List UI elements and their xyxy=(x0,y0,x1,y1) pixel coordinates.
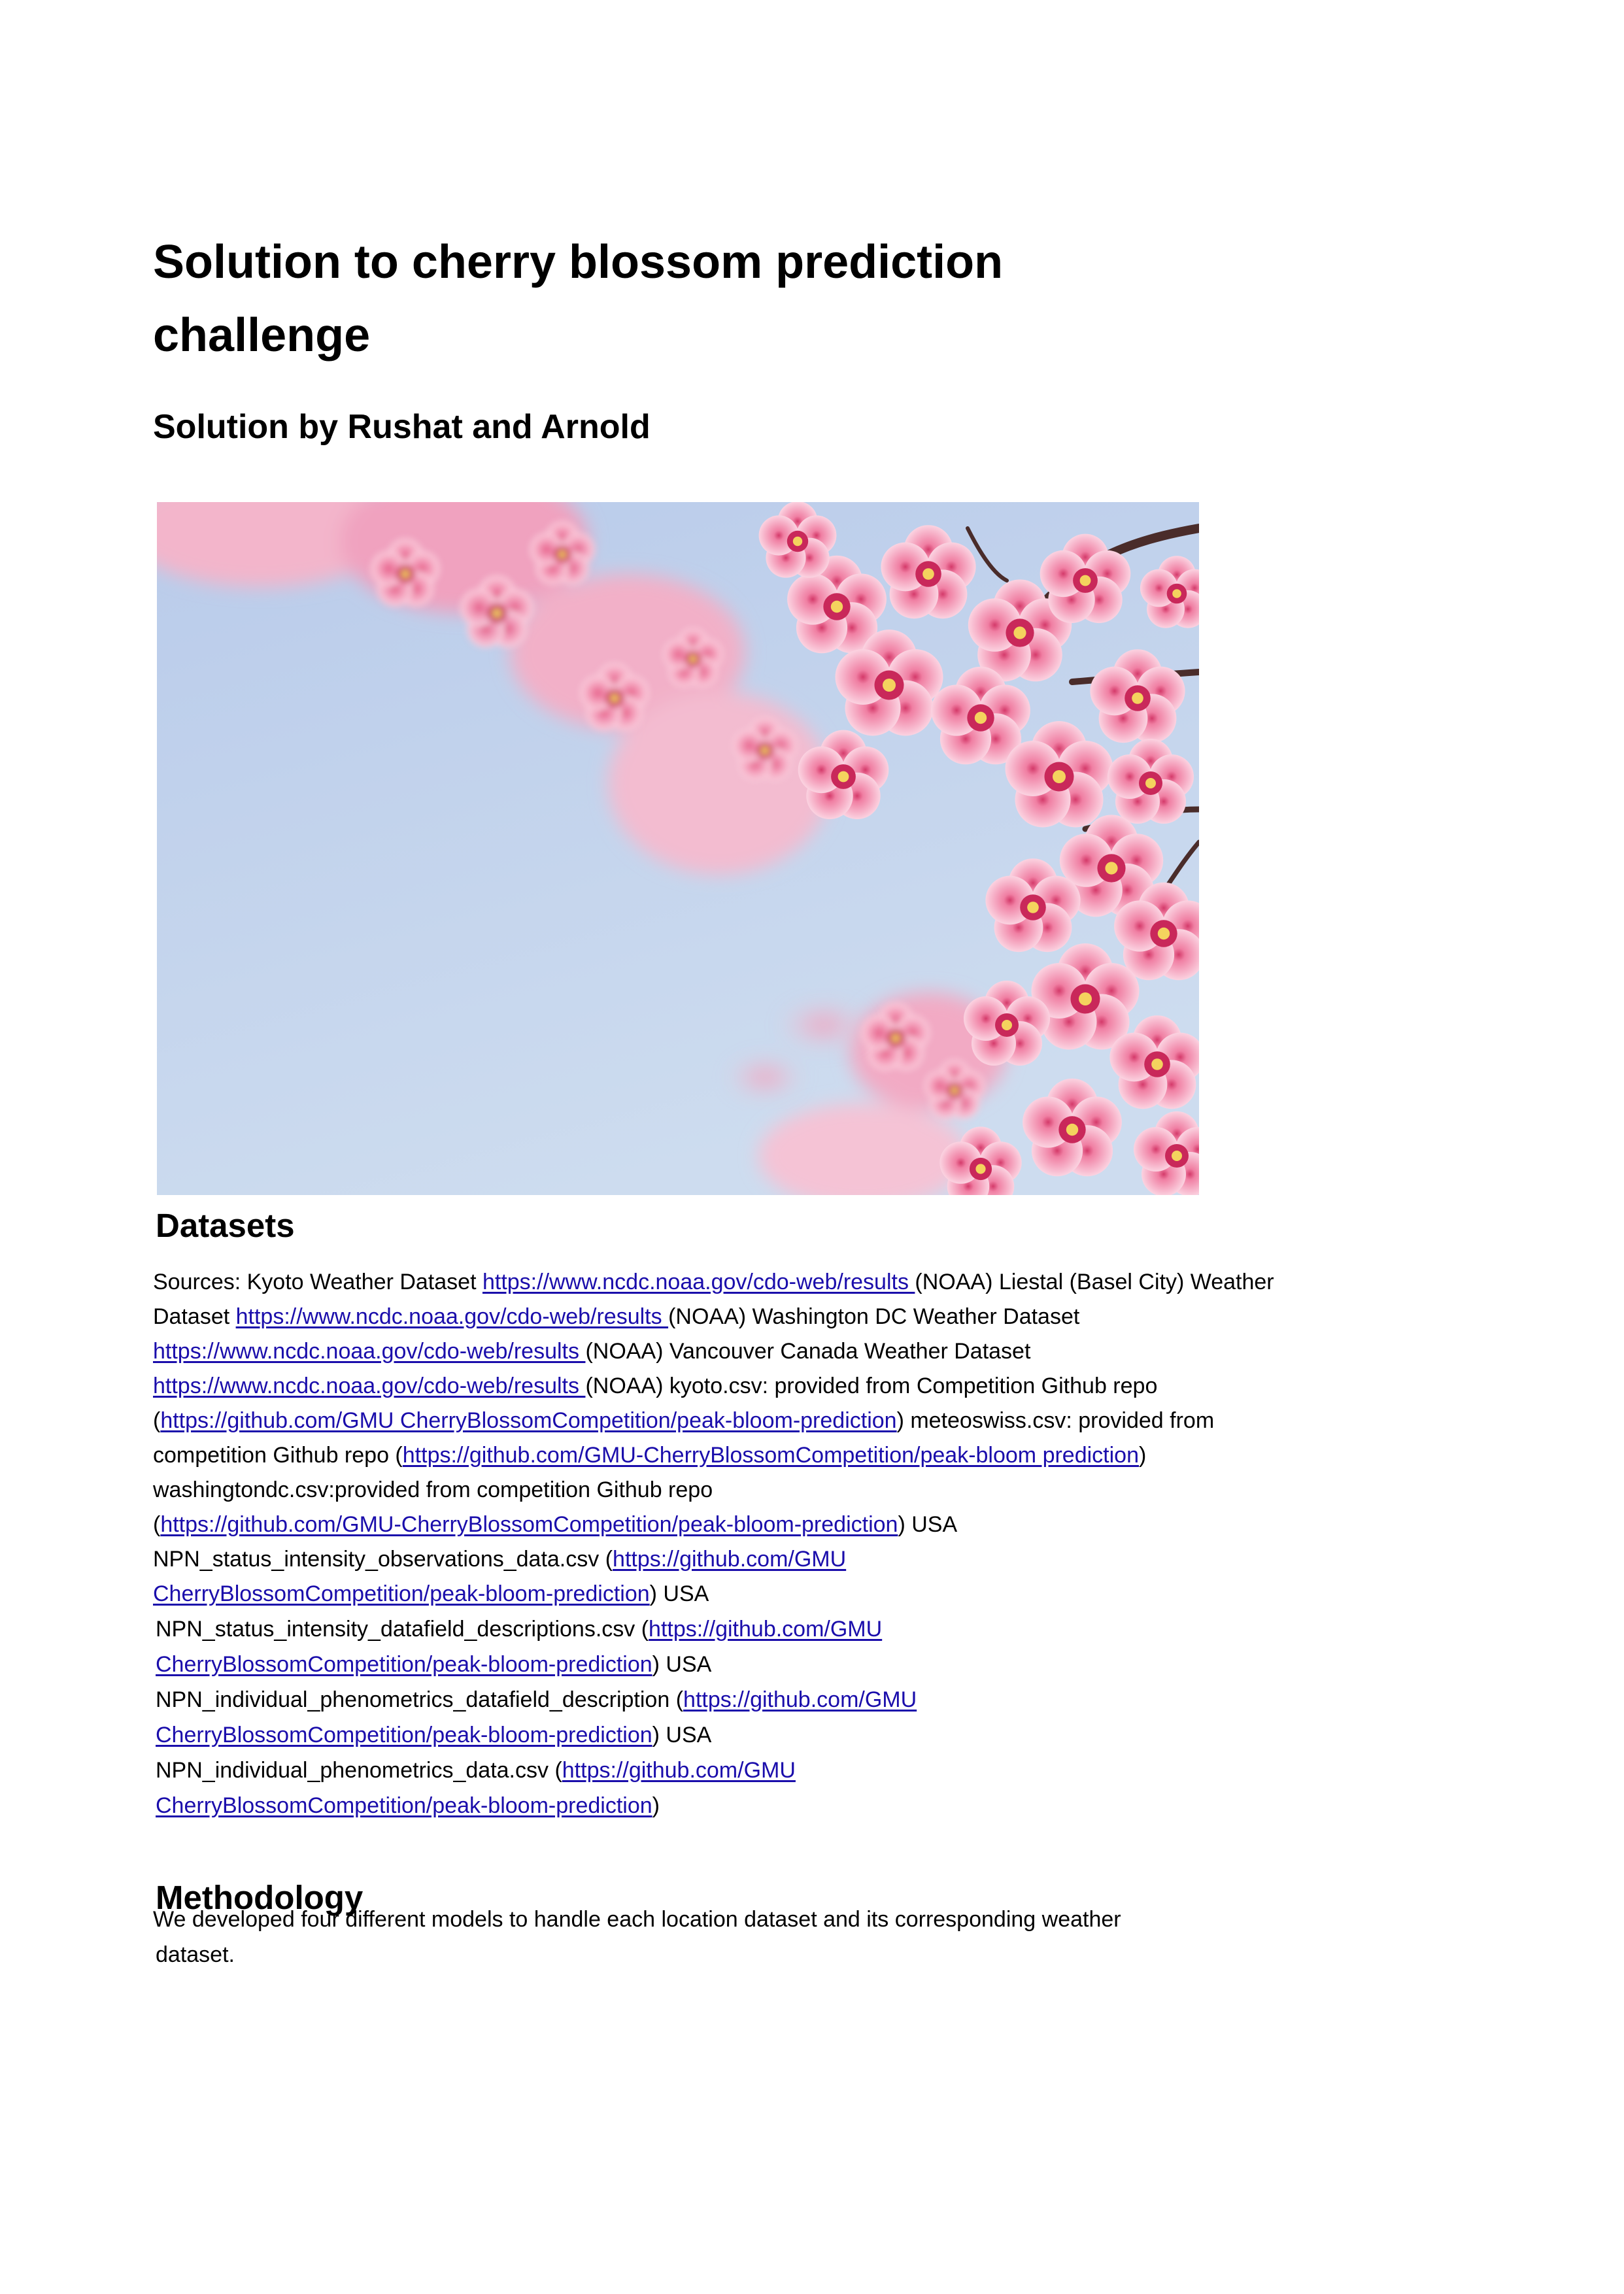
dataset-text: (NOAA) Vancouver Canada Weather Dataset xyxy=(585,1339,1031,1364)
dataset-text: NPN_status_intensity_observations_data.c… xyxy=(153,1547,613,1572)
dataset-text: ) xyxy=(652,1793,660,1818)
datasets-line: NPN_individual_phenometrics_data.csv (ht… xyxy=(156,1756,796,1785)
datasets-line: CherryBlossomCompetition/peak-bloom-pred… xyxy=(156,1650,711,1679)
datasets-line: CherryBlossomCompetition/peak-bloom-pred… xyxy=(156,1721,711,1749)
dataset-text: Dataset xyxy=(153,1304,236,1329)
dataset-text: (NOAA) Washington DC Weather Dataset xyxy=(668,1304,1080,1329)
dataset-link[interactable]: https://www.ncdc.noaa.gov/cdo-web/result… xyxy=(482,1270,915,1294)
dataset-text: ) USA xyxy=(652,1652,712,1677)
dataset-link[interactable]: https://github.com/GMU CherryBlossomComp… xyxy=(160,1408,896,1433)
dataset-text: washingtondc.csv:provided from competiti… xyxy=(153,1477,713,1502)
dataset-link[interactable]: CherryBlossomCompetition/peak-bloom-pred… xyxy=(156,1723,652,1747)
dataset-text: ) meteoswiss.csv: provided from xyxy=(896,1408,1215,1433)
dataset-link[interactable]: https://github.com/GMU xyxy=(683,1687,917,1712)
dataset-text: ( xyxy=(153,1512,161,1537)
methodology-line: We developed four different models to ha… xyxy=(153,1907,1121,1932)
dataset-link[interactable]: https://www.ncdc.noaa.gov/cdo-web/result… xyxy=(236,1304,668,1329)
datasets-line: washingtondc.csv:provided from competiti… xyxy=(153,1476,713,1504)
datasets-line: competition Github repo (https://github.… xyxy=(153,1441,1146,1470)
dataset-link[interactable]: https://github.com/GMU xyxy=(613,1547,846,1572)
dataset-text: NPN_individual_phenometrics_data.csv ( xyxy=(156,1758,562,1783)
datasets-line: NPN_status_intensity_datafield_descripti… xyxy=(156,1615,882,1644)
dataset-link[interactable]: CherryBlossomCompetition/peak-bloom-pred… xyxy=(156,1793,652,1818)
datasets-line: CherryBlossomCompetition/peak-bloom-pred… xyxy=(153,1579,709,1608)
dataset-link[interactable]: https://www.ncdc.noaa.gov/cdo-web/result… xyxy=(153,1374,585,1398)
dataset-text: competition Github repo ( xyxy=(153,1443,403,1468)
dataset-text: NPN_individual_phenometrics_datafield_de… xyxy=(156,1687,684,1712)
dataset-text: ) xyxy=(1139,1443,1147,1468)
datasets-line: (https://github.com/GMU-CherryBlossomCom… xyxy=(153,1510,957,1539)
datasets-heading: Datasets xyxy=(156,1207,295,1244)
datasets-line: CherryBlossomCompetition/peak-bloom-pred… xyxy=(156,1791,660,1820)
dataset-text: (NOAA) Liestal (Basel City) Weather xyxy=(915,1270,1274,1294)
datasets-line: (https://github.com/GMU CherryBlossomCom… xyxy=(153,1406,1214,1435)
methodology-line: dataset. xyxy=(156,1942,235,1967)
dataset-link[interactable]: https://www.ncdc.noaa.gov/cdo-web/result… xyxy=(153,1339,585,1364)
dataset-text: NPN_status_intensity_datafield_descripti… xyxy=(156,1617,649,1642)
dataset-link[interactable]: CherryBlossomCompetition/peak-bloom-pred… xyxy=(153,1581,650,1606)
dataset-text: ) USA xyxy=(649,1581,709,1606)
cherry-blossom-image xyxy=(157,502,1199,1195)
datasets-line: Sources: Kyoto Weather Dataset https://w… xyxy=(153,1268,1274,1296)
datasets-line: https://www.ncdc.noaa.gov/cdo-web/result… xyxy=(153,1337,1030,1366)
dataset-text: (NOAA) kyoto.csv: provided from Competit… xyxy=(585,1374,1158,1398)
dataset-link[interactable]: https://github.com/GMU xyxy=(649,1617,882,1642)
dataset-link[interactable]: https://github.com/GMU xyxy=(562,1758,796,1783)
page-title: Solution to cherry blossom prediction ch… xyxy=(153,236,1004,362)
dataset-link[interactable]: https://github.com/GMU-CherryBlossomComp… xyxy=(403,1443,1139,1468)
datasets-line: https://www.ncdc.noaa.gov/cdo-web/result… xyxy=(153,1372,1157,1400)
datasets-line: NPN_individual_phenometrics_datafield_de… xyxy=(156,1685,917,1714)
dataset-text: ) USA xyxy=(652,1723,712,1747)
dataset-text: ( xyxy=(153,1408,161,1433)
dataset-text: Sources: Kyoto Weather Dataset xyxy=(153,1270,482,1294)
dataset-text: ) USA xyxy=(898,1512,958,1537)
dataset-link[interactable]: CherryBlossomCompetition/peak-bloom-pred… xyxy=(156,1652,652,1677)
page-subtitle: Solution by Rushat and Arnold xyxy=(153,408,651,446)
datasets-line: Dataset https://www.ncdc.noaa.gov/cdo-we… xyxy=(153,1302,1079,1331)
datasets-line: NPN_status_intensity_observations_data.c… xyxy=(153,1545,846,1574)
dataset-link[interactable]: https://github.com/GMU-CherryBlossomComp… xyxy=(160,1512,898,1537)
